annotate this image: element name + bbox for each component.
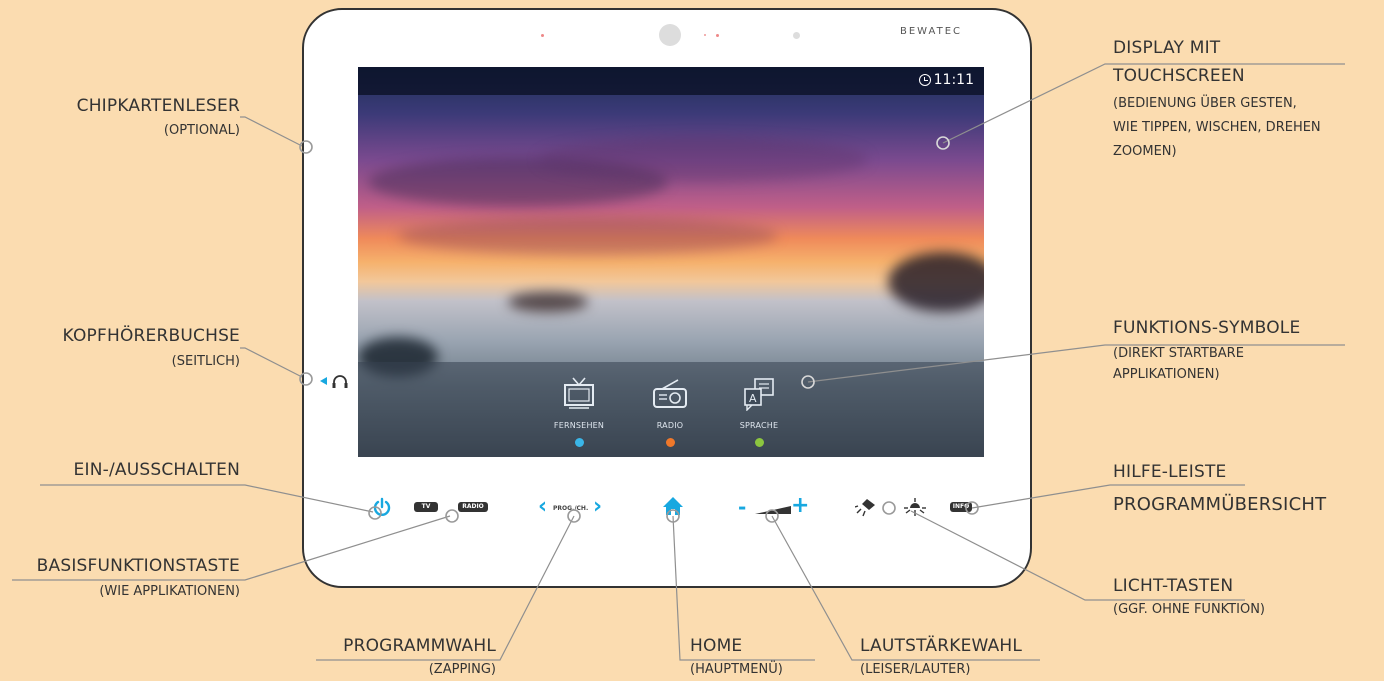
callout-basisfunktion-sub: (WIE APPLIKATIONEN) xyxy=(99,584,240,599)
callout-funktion-sub-2: APPLIKATIONEN) xyxy=(1113,367,1220,382)
callout-home-title: HOME xyxy=(690,636,743,656)
callout-hilfe-title-1: HILFE-LEISTE xyxy=(1113,462,1227,482)
callout-programmwahl-sub: (ZAPPING) xyxy=(428,662,496,677)
callout-kopfhoerer-title: KOPFHÖRERBUCHSE xyxy=(62,326,240,346)
callout-chipkartenleser-sub: (OPTIONAL) xyxy=(163,123,240,138)
callout-display-sub-2: WIE TIPPEN, WISCHEN, DREHEN xyxy=(1113,120,1321,135)
callout-kopfhoerer-sub: (SEITLICH) xyxy=(171,354,240,369)
callout-ein-aus-title: EIN-/AUSSCHALTEN xyxy=(73,460,240,480)
diagram: BEWATEC 11:11 FERNSEHEN RADIO A SPRACHE … xyxy=(0,0,1384,681)
callout-hilfe-title-2: PROGRAMMÜBERSICHT xyxy=(1113,494,1327,515)
callout-display-sub-3: ZOOMEN) xyxy=(1113,144,1177,159)
callout-chipkartenleser-title: CHIPKARTENLESER xyxy=(76,96,240,116)
callout-basisfunktion-title: BASISFUNKTIONSTASTE xyxy=(36,556,240,576)
callout-lautstaerke-title: LAUTSTÄRKEWAHL xyxy=(860,636,1023,656)
callout-display-title-1: DISPLAY MIT xyxy=(1113,38,1221,58)
callout-lautstaerke-sub: (LEISER/LAUTER) xyxy=(860,662,971,677)
callout-licht-title: LICHT-TASTEN xyxy=(1113,576,1234,596)
callout-home-sub: (HAUPTMENÜ) xyxy=(690,662,783,677)
callout-display-sub-1: (BEDIENUNG ÜBER GESTEN, xyxy=(1113,96,1297,111)
callout-funktion-sub-1: (DIREKT STARTBARE xyxy=(1113,346,1244,361)
callout-funktion-title: FUNKTIONS-SYMBOLE xyxy=(1113,318,1301,338)
callout-display-title-2: TOUCHSCREEN xyxy=(1113,66,1245,86)
callout-programmwahl-title: PROGRAMMWAHL xyxy=(343,636,496,656)
callout-licht-sub: (GGF. OHNE FUNKTION) xyxy=(1113,602,1265,617)
